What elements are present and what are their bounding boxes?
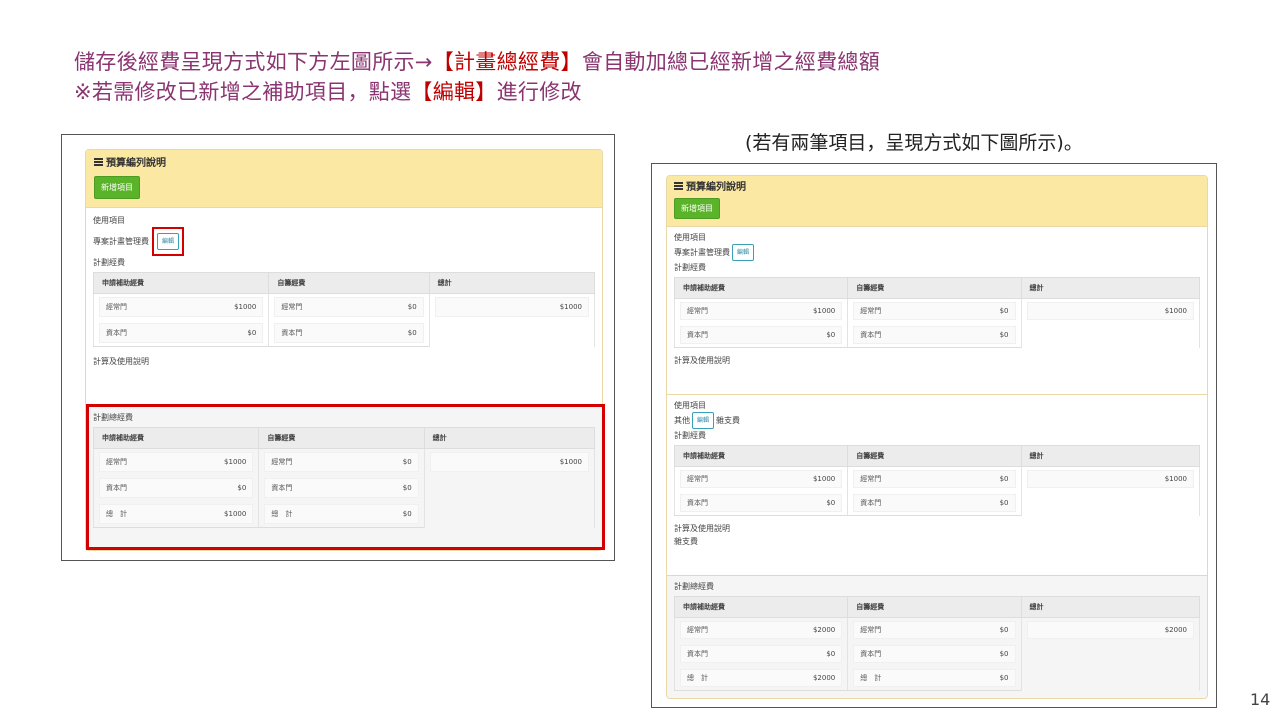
item-section-2: 使用項目 其他 編輯 雜支費 計劃經費 申請補助經費 自籌經費 總計 經常門 $1… [667, 394, 1207, 575]
item-name: 專案計畫管理費 [93, 237, 149, 246]
calc-label: 計算及使用說明 [93, 357, 149, 366]
item-budget-table: 申請補助經費 自籌經費 總計 經常門 $1000 經常門 $0 $1000 資本門 $… [92, 272, 596, 347]
edit-button[interactable]: 編輯 [732, 244, 755, 261]
plan-funding-label: 計劃經費 [93, 258, 125, 267]
panel-header: 預算編列說明 新增項目 [86, 150, 602, 208]
panel-title: 預算編列說明 [106, 158, 166, 169]
item-budget-table: 申請補助經費 自籌經費 總計 經常門 $1000 經常門 $0 $1000 資本門 $… [673, 277, 1200, 348]
heading-text: 儲存後經費呈現方式如下方左圖所示→ [74, 50, 433, 74]
self-capital[interactable]: 資本門 $0 [274, 323, 424, 343]
self-recurrent[interactable]: 經常門 $0 [274, 297, 424, 317]
col-total: 總計 [428, 272, 596, 294]
heading-text: 會自動加總已經新增之經費總額 [581, 50, 881, 74]
budget-panel: 預算編列說明 新增項目 使用項目 專案計畫管理費 編輯 計劃經費 申請補助經費 … [666, 175, 1208, 699]
right-screenshot: 預算編列說明 新增項目 使用項目 專案計畫管理費 編輯 計劃經費 申請補助經費 … [651, 163, 1217, 708]
add-item-button[interactable]: 新增項目 [674, 198, 720, 219]
item-section-1: 使用項目 專案計畫管理費 編輯 計劃經費 申請補助經費 自籌經費 總計 經常門 $… [667, 227, 1207, 394]
grand-total-table: 申請補助經費 自籌經費 總計 經常門 $2000 經常門 $0 $2000 資本門 $… [673, 596, 1200, 691]
heading-highlight-total: 【計畫總經費】 [432, 50, 582, 74]
left-screenshot: 預算編列說明 新增項目 使用項目 專案計畫管理費 編輯 計劃經費 申請補助經費 … [61, 134, 615, 561]
col-applied: 申請補助經費 [92, 272, 270, 294]
heading-text: ※若需修改已新增之補助項目，點選 [74, 80, 412, 104]
edit-button[interactable]: 編輯 [692, 412, 715, 429]
grand-total-section: 計劃總經費 申請補助經費 自籌經費 總計 經常門 $2000 經常門 $0 $200… [667, 575, 1207, 698]
applied-capital[interactable]: 資本門 $0 [99, 323, 264, 343]
menu-icon [674, 181, 683, 190]
panel-header: 預算編列說明 新增項目 [667, 176, 1207, 227]
grand-total-highlight-box [86, 404, 605, 550]
item-total: $1000 [434, 297, 589, 317]
edit-highlight-box: 編輯 [152, 227, 185, 256]
item-name: 專案計畫管理費 [674, 248, 730, 257]
heading-text: 進行修改 [496, 80, 582, 104]
add-item-button[interactable]: 新增項目 [94, 176, 140, 199]
use-item-label: 使用項目 [93, 216, 125, 225]
item-budget-table: 申請補助經費 自籌經費 總計 經常門 $1000 經常門 $0 $1000 資本門 $… [673, 445, 1200, 516]
calc-note: 雜支費 [674, 537, 698, 546]
applied-recurrent[interactable]: 經常門 $1000 [99, 297, 264, 317]
heading-highlight-edit: 【編輯】 [411, 80, 497, 104]
menu-icon [94, 157, 103, 166]
page-number: 14 [1250, 690, 1271, 709]
edit-button[interactable]: 編輯 [157, 233, 180, 250]
heading-line-2: ※若需修改已新增之補助項目，點選【編輯】進行修改 [74, 76, 582, 106]
heading-line-1: 儲存後經費呈現方式如下方左圖所示→【計畫總經費】會自動加總已經新增之經費總額 [74, 46, 880, 76]
panel-title: 預算編列說明 [686, 182, 746, 193]
col-self: 自籌經費 [268, 272, 430, 294]
right-caption: (若有兩筆項目，呈現方式如下圖所示)。 [745, 132, 1083, 154]
item-section: 使用項目 專案計畫管理費 編輯 計劃經費 申請補助經費 自籌經費 總計 經常門 $… [86, 208, 602, 374]
